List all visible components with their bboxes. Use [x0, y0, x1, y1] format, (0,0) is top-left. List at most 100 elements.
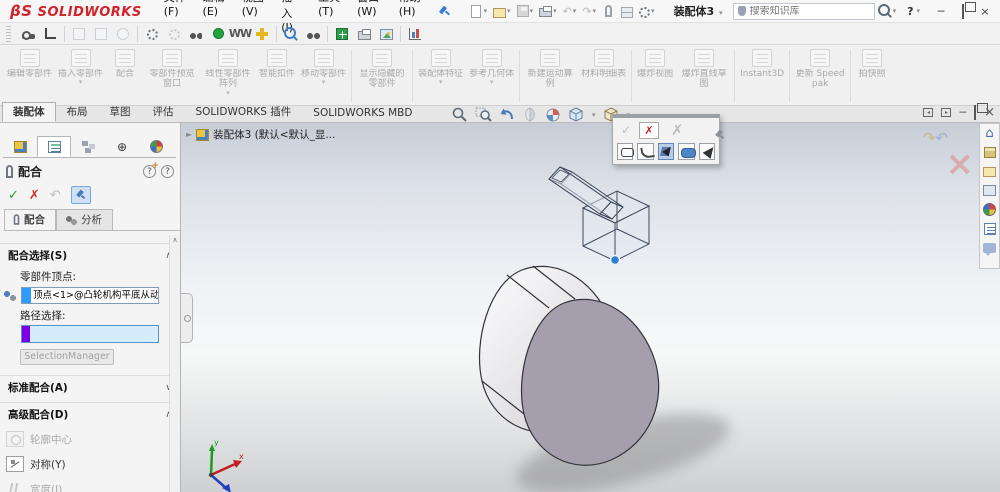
- attachment-button[interactable]: [599, 2, 618, 20]
- caret-down-icon[interactable]: ▾: [651, 7, 655, 15]
- keep-visible-pin-button[interactable]: [70, 186, 91, 204]
- search-input[interactable]: [749, 5, 870, 17]
- document-name[interactable]: 装配体3 ▾: [674, 3, 723, 19]
- caret-down-icon[interactable]: ▾: [530, 7, 534, 15]
- options-button[interactable]: ▾: [636, 3, 658, 20]
- tab-dimxpert[interactable]: ⊕: [105, 136, 139, 157]
- tab-configuration-manager[interactable]: [71, 136, 105, 157]
- new-document-button[interactable]: ▾: [466, 3, 491, 20]
- knowledge-search[interactable]: [732, 2, 875, 20]
- spring-button[interactable]: WW: [229, 24, 252, 44]
- tab-property-manager[interactable]: [37, 136, 71, 157]
- excel-export-button[interactable]: [331, 24, 353, 44]
- cancel-button[interactable]: ✗: [29, 188, 40, 203]
- mate-symmetric[interactable]: 对称(Y): [0, 453, 180, 475]
- doc-minimize-button[interactable]: ─: [959, 106, 966, 119]
- caret-down-icon[interactable]: ▾: [507, 7, 511, 15]
- view-palette-button[interactable]: [982, 183, 997, 198]
- caret-down-icon[interactable]: ▾: [893, 7, 897, 15]
- mate-selections-header[interactable]: 配合选择(S) ∧: [0, 243, 180, 266]
- caret-down-icon[interactable]: ▾: [593, 7, 597, 15]
- advanced-mates-header[interactable]: 高级配合(D) ∧: [0, 402, 180, 425]
- close-button[interactable]: ×: [974, 4, 996, 19]
- appearances-button[interactable]: [545, 107, 561, 122]
- scroll-up-icon[interactable]: ∧: [170, 235, 180, 245]
- appearances-scenes-button[interactable]: [982, 202, 997, 217]
- belt-chain-button[interactable]: [185, 24, 207, 44]
- restore-button[interactable]: [952, 3, 974, 19]
- viewport-canvas[interactable]: x y z: [181, 123, 999, 492]
- corner-rectangle-button[interactable]: [39, 24, 61, 44]
- image-capture-button[interactable]: [375, 24, 397, 44]
- tab-feature-manager[interactable]: [3, 136, 37, 157]
- caret-down-icon[interactable]: ▾: [553, 7, 557, 15]
- gear-mate-button[interactable]: [141, 24, 163, 44]
- caret-down-icon[interactable]: ▾: [573, 7, 577, 15]
- forum-button[interactable]: [982, 240, 997, 256]
- find-button[interactable]: [302, 24, 324, 44]
- universal-joint-button[interactable]: [251, 24, 273, 44]
- panel-splitter-handle[interactable]: [181, 293, 193, 343]
- pin-menu-icon[interactable]: [439, 5, 448, 17]
- standard-mates-header[interactable]: 标准配合(A) ∨: [0, 375, 180, 398]
- path-selection-field[interactable]: [21, 325, 159, 343]
- path-curve-mate-button[interactable]: [637, 143, 654, 160]
- caret-down-icon[interactable]: ▾: [916, 7, 920, 15]
- save-button[interactable]: ▾: [514, 3, 537, 19]
- tab-assembly[interactable]: 装配体: [2, 102, 56, 122]
- cancel-confirmation-corner[interactable]: ×: [946, 147, 975, 181]
- custom-properties-button[interactable]: [982, 221, 997, 236]
- tab-layout[interactable]: 布局: [56, 102, 99, 122]
- free-drag-mate-button[interactable]: [657, 143, 675, 160]
- zoom-area-button[interactable]: [475, 107, 492, 122]
- tab-sketch[interactable]: 草图: [99, 102, 142, 122]
- next-document-icon[interactable]: ▸: [941, 108, 952, 117]
- pin-green-button[interactable]: [207, 24, 229, 44]
- tree-expand-icon[interactable]: ►: [186, 130, 192, 139]
- print-preview-button[interactable]: [353, 24, 375, 44]
- tab-solidworks-mbd[interactable]: SOLIDWORKS MBD: [302, 105, 423, 122]
- vertex-selection-field[interactable]: 顶点<1>@凸轮机构平底从动: [21, 287, 159, 304]
- print-button[interactable]: ▾: [536, 3, 560, 19]
- slot-mate-button[interactable]: [678, 143, 697, 160]
- ok-button[interactable]: ✓: [8, 188, 19, 203]
- tab-evaluate[interactable]: 评估: [142, 102, 185, 122]
- mate-key-button[interactable]: [17, 24, 39, 44]
- undo-button[interactable]: ↶ ▾: [560, 3, 580, 20]
- help-icon[interactable]: ?: [161, 165, 174, 178]
- home-icon[interactable]: ⌂: [982, 126, 997, 141]
- toolbar-grip[interactable]: [6, 25, 11, 42]
- mate-alignment-arrows[interactable]: ↷↶: [923, 129, 948, 147]
- caret-down-icon[interactable]: ▾: [484, 7, 488, 15]
- caret-down-icon[interactable]: ▾: [592, 111, 596, 119]
- panel-scrollbar[interactable]: ∧: [169, 235, 180, 492]
- file-explorer-button[interactable]: [982, 164, 997, 179]
- design-library-button[interactable]: [982, 145, 997, 160]
- open-button[interactable]: ▾: [490, 3, 514, 20]
- profile-rect-mate-button[interactable]: [617, 143, 635, 160]
- table-button[interactable]: [618, 3, 636, 20]
- minimize-button[interactable]: ─: [930, 4, 952, 19]
- select-pointer-button[interactable]: [698, 143, 716, 160]
- previous-view-button[interactable]: [499, 107, 515, 122]
- subtab-mates[interactable]: 配合: [4, 209, 56, 230]
- graphics-viewport[interactable]: x y z ► 装配体3 (默认<默认_显... ↷↶ ×: [181, 123, 1000, 492]
- subtab-analysis[interactable]: 分析: [56, 209, 113, 230]
- redo-button[interactable]: ↷ ▾: [579, 3, 599, 20]
- doc-restore-button[interactable]: [974, 105, 977, 120]
- previous-document-icon[interactable]: ◂: [923, 108, 934, 117]
- whats-new-help-icon[interactable]: ?: [143, 160, 159, 178]
- help-button[interactable]: ?: [899, 5, 915, 18]
- popup-cancel-button[interactable]: ✗: [639, 121, 659, 139]
- search-button[interactable]: ▾: [875, 2, 900, 20]
- chart-button[interactable]: [404, 24, 426, 44]
- display-style-button[interactable]: [568, 107, 584, 122]
- panel-tab-strip: ⊕: [3, 136, 176, 158]
- zoom-fit-button[interactable]: [452, 107, 468, 122]
- flip-alignment-arrow-icon[interactable]: ↷: [923, 129, 936, 147]
- feature-tree-root-label[interactable]: 装配体3 (默认<默认_显...: [213, 127, 335, 142]
- zoom-selection-button[interactable]: [280, 24, 302, 44]
- flyout-feature-tree[interactable]: ► 装配体3 (默认<默认_显...: [186, 127, 335, 142]
- tab-solidworks-addins[interactable]: SOLIDWORKS 插件: [185, 102, 303, 122]
- tab-display-manager[interactable]: [139, 136, 173, 157]
